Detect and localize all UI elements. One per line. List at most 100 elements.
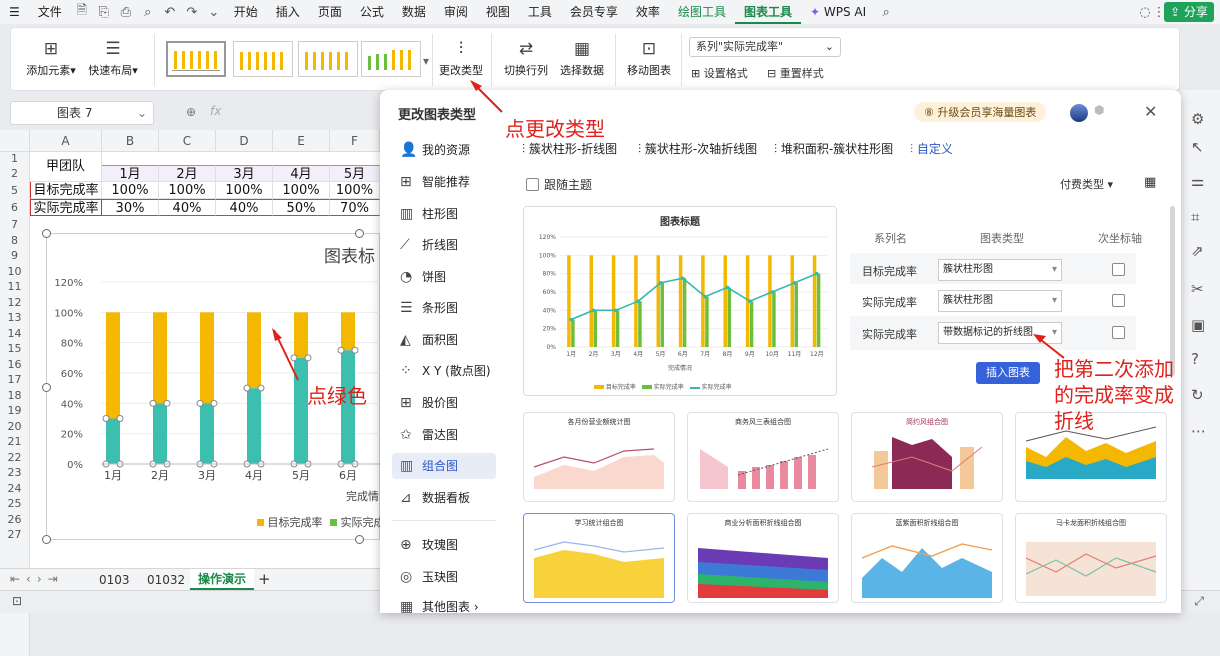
rotate-icon[interactable]: ↻	[1191, 386, 1204, 404]
row-header[interactable]: 20	[0, 419, 29, 435]
sidebar-item-radar[interactable]: ✩ 雷达图	[392, 422, 496, 448]
insert-chart-button[interactable]: 插入图表	[976, 362, 1040, 384]
reset-style-button[interactable]: ⊟ 重置样式	[767, 65, 824, 81]
save-icon[interactable]: 🗎	[71, 1, 93, 23]
template-thumb[interactable]: 各月份营业额统计图	[523, 412, 675, 502]
row-header[interactable]: 19	[0, 403, 29, 419]
col-header-e[interactable]: E	[273, 130, 330, 152]
row-header[interactable]: 10	[0, 264, 29, 280]
row-header[interactable]: 17	[0, 372, 29, 388]
chart-style-4[interactable]	[361, 41, 421, 77]
template-thumb[interactable]: 蓝紫面积折线组合图	[851, 513, 1003, 603]
sidebar-item-stock[interactable]: ⊞ 股价图	[392, 390, 496, 416]
chart-legend[interactable]: 目标完成率 实际完成	[257, 514, 385, 530]
sidebar-item-other[interactable]: ▦ 其他图表 ›	[392, 594, 496, 620]
undo-icon[interactable]: ↶	[159, 5, 181, 20]
cell-actual[interactable]: 70%	[330, 199, 380, 216]
cell-actual[interactable]: 40%	[216, 199, 273, 216]
tools-icon[interactable]: ✂	[1191, 280, 1204, 298]
paid-type-dropdown[interactable]: 付费类型 ▾	[1060, 176, 1113, 192]
sheet-tab-demo[interactable]: 操作演示	[190, 569, 255, 590]
row-header[interactable]: 24	[0, 481, 29, 497]
resize-handle[interactable]	[42, 535, 51, 544]
cell-target[interactable]: 100%	[159, 182, 216, 199]
cell-target[interactable]: 100%	[102, 182, 159, 199]
row-header[interactable]: 9	[0, 248, 29, 264]
cell-month[interactable]: 4月	[273, 165, 330, 182]
sidebar-item-area[interactable]: ◭ 面积图	[392, 327, 496, 353]
cell-month[interactable]: 1月	[102, 165, 159, 182]
secondary-axis-checkbox[interactable]	[1112, 326, 1125, 339]
row-header[interactable]: 26	[0, 512, 29, 528]
row-header[interactable]: 16	[0, 357, 29, 373]
cell-target-label[interactable]: 目标完成率	[30, 182, 102, 199]
fullscreen-icon[interactable]: ⤢	[1194, 594, 1204, 609]
menu-home[interactable]: 开始	[225, 0, 267, 24]
menu-formula[interactable]: 公式	[351, 0, 393, 24]
sheet-tab-0103[interactable]: 0103	[99, 573, 130, 587]
menu-member[interactable]: 会员专享	[561, 0, 627, 24]
sliders-icon[interactable]: ⚌	[1191, 172, 1204, 190]
hamburger-icon[interactable]: ☰	[0, 0, 29, 24]
add-sheet-icon[interactable]: +	[258, 570, 271, 588]
select-all-corner[interactable]	[0, 130, 30, 152]
change-type-button[interactable]: ⫶ 更改类型	[435, 36, 487, 78]
cell-target[interactable]: 100%	[273, 182, 330, 199]
menu-tools[interactable]: 工具	[519, 0, 561, 24]
redo-icon[interactable]: ↷	[181, 5, 203, 20]
resize-handle[interactable]	[42, 383, 51, 392]
switch-row-col-button[interactable]: ⇄ 切换行列	[501, 36, 551, 78]
type-cluster-secondary-line[interactable]: ⫶ 簇状柱形-次轴折线图	[638, 140, 757, 157]
select-data-button[interactable]: ▦ 选择数据	[557, 36, 607, 78]
zoom-icon[interactable]: ⊕	[186, 105, 196, 119]
menu-file[interactable]: 文件	[29, 0, 71, 24]
menu-drawing-tools[interactable]: 绘图工具	[669, 0, 735, 24]
row-header[interactable]: 23	[0, 465, 29, 481]
chart-style-1[interactable]	[166, 41, 226, 77]
row-header[interactable]: 18	[0, 388, 29, 404]
menu-wps-ai[interactable]: ✦ WPS AI	[801, 0, 875, 24]
cell-team[interactable]: 甲团队	[30, 152, 102, 182]
book-icon[interactable]: ▣	[1191, 316, 1205, 334]
name-box[interactable]: 图表 7 ⌄	[10, 101, 154, 125]
row-header[interactable]: 8	[0, 233, 29, 249]
style-dropdown-icon[interactable]: ▾	[423, 54, 429, 68]
close-icon[interactable]: ✕	[1144, 102, 1157, 121]
menu-efficiency[interactable]: 效率	[627, 0, 669, 24]
resize-handle[interactable]	[42, 229, 51, 238]
sheet-tab-01032[interactable]: 01032	[147, 573, 185, 587]
more-dots-icon[interactable]: ⋯	[1191, 422, 1206, 440]
print-icon[interactable]: ⎙	[115, 5, 137, 20]
template-thumb[interactable]: 商业分析面积折线组合图	[687, 513, 839, 603]
row-header[interactable]: 12	[0, 295, 29, 311]
type-stacked-area-cluster[interactable]: ⫶ 堆积面积-簇状柱形图	[774, 140, 893, 157]
fx-icon[interactable]: fx	[210, 104, 221, 118]
add-element-button[interactable]: ⊞ 添加元素▾	[23, 36, 79, 78]
status-icon[interactable]: ⊡	[12, 594, 22, 608]
share-icon[interactable]: ⇗	[1191, 242, 1204, 260]
row-header[interactable]: 22	[0, 450, 29, 466]
sidebar-item-line[interactable]: ⟋ 折线图	[392, 232, 496, 258]
chart-type-select[interactable]: 簇状柱形图	[938, 259, 1062, 281]
move-chart-button[interactable]: ⊡ 移动图表	[623, 36, 675, 78]
export-icon[interactable]: ⎘	[93, 5, 115, 20]
vip-banner[interactable]: ⑧ 升级会员享海量图表	[914, 102, 1047, 122]
chart-style-2[interactable]	[233, 41, 293, 77]
col-header-d[interactable]: D	[216, 130, 273, 152]
template-thumb[interactable]: 马卡龙面积折线组合图	[1015, 513, 1167, 603]
row-header[interactable]: 6	[0, 199, 30, 216]
avatar[interactable]	[1070, 104, 1088, 122]
resize-handle[interactable]	[355, 229, 364, 238]
set-format-button[interactable]: ⊞ 设置格式	[691, 65, 748, 81]
sidebar-item-bar[interactable]: ☰ 条形图	[392, 295, 496, 321]
sidebar-item-scatter[interactable]: ⁘ X Y (散点图)	[392, 358, 496, 384]
cell-month[interactable]: 5月	[330, 165, 380, 182]
cell-actual-label[interactable]: 实际完成率	[30, 199, 102, 216]
sidebar-item-dashboard[interactable]: ⊿ 数据看板	[392, 485, 496, 511]
col-header-c[interactable]: C	[159, 130, 216, 152]
col-header-a[interactable]: A	[30, 130, 102, 152]
sidebar-item-combo[interactable]: ▥ 组合图	[392, 453, 496, 479]
sidebar-item-my-resources[interactable]: 👤 我的资源	[392, 137, 496, 163]
cell-actual[interactable]: 30%	[102, 199, 159, 216]
properties-icon[interactable]: ⚙	[1191, 110, 1204, 128]
